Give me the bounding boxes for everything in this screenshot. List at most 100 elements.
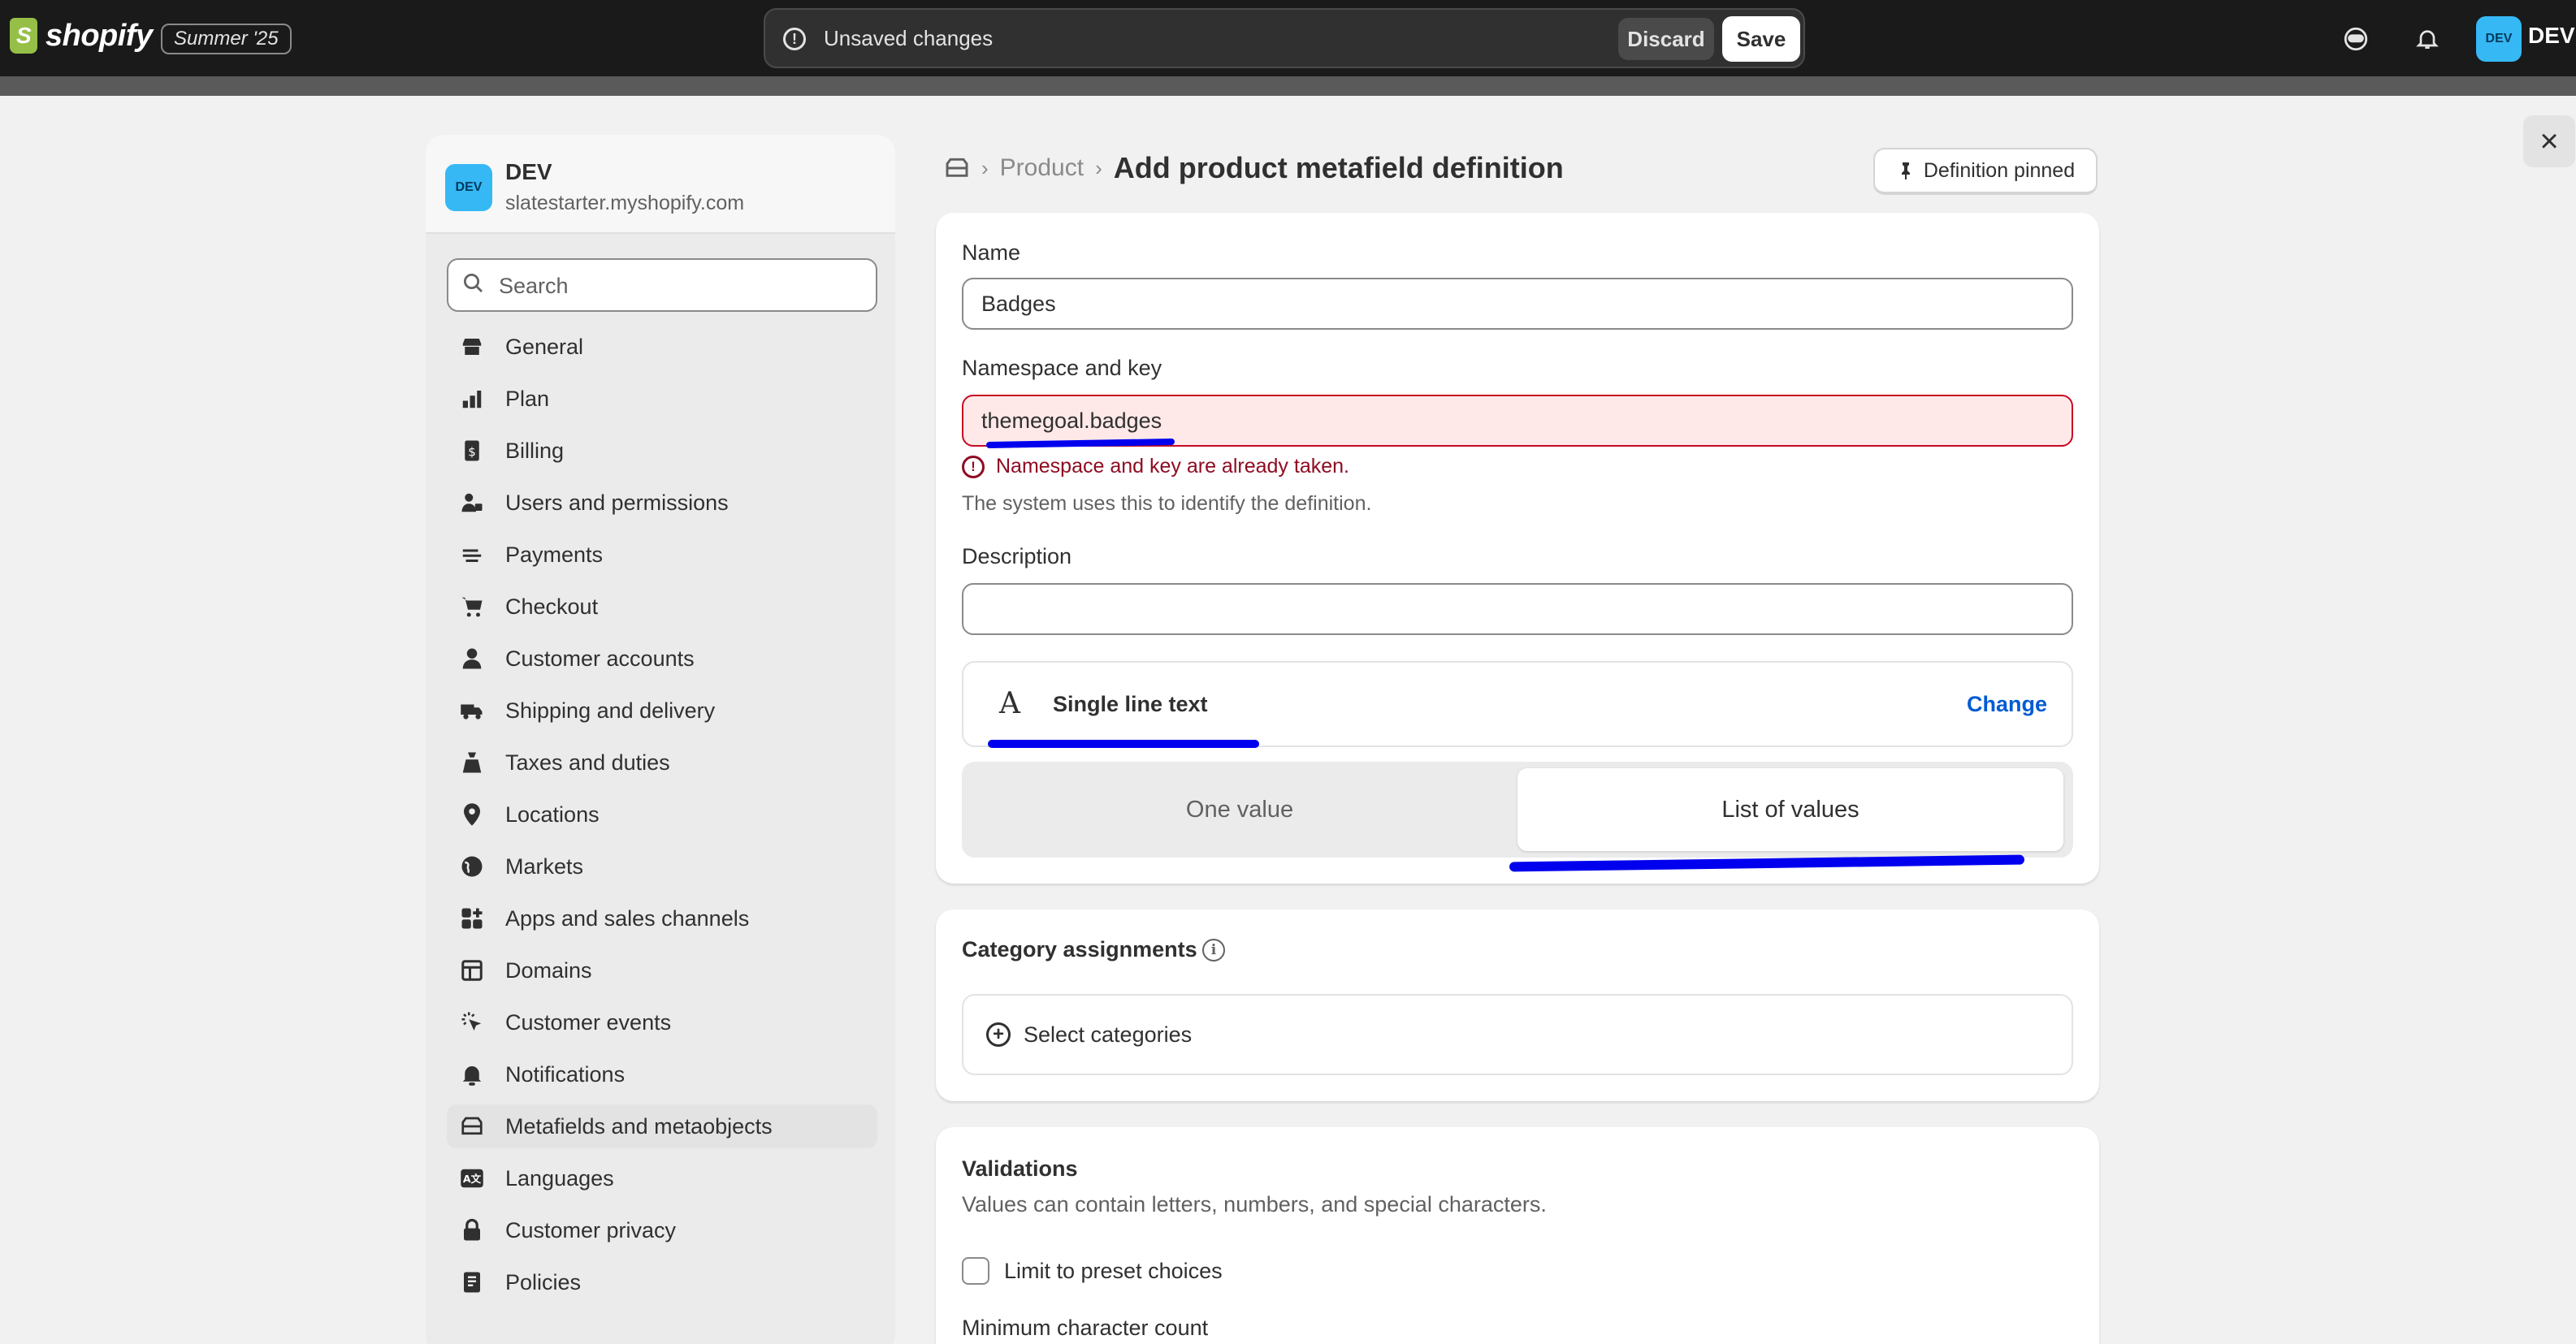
sidebar-item-users[interactable]: Users and permissions xyxy=(447,481,877,525)
select-categories-button[interactable]: + Select categories xyxy=(962,994,2073,1075)
pin-label: Definition pinned xyxy=(1923,158,2076,182)
save-button[interactable]: Save xyxy=(1722,16,1800,62)
sidebar-item-customer-events[interactable]: Customer events xyxy=(447,1000,877,1044)
sidebar-item-customer-accounts[interactable]: Customer accounts xyxy=(447,637,877,681)
sidebar-item-label: Notifications xyxy=(505,1061,626,1087)
sidebar-item-checkout[interactable]: Checkout xyxy=(447,585,877,629)
sidebar-item-label: Payments xyxy=(505,542,604,567)
name-label: Name xyxy=(962,240,1021,265)
sidebar-item-label: Customer accounts xyxy=(505,646,695,671)
page-title: Add product metafield definition xyxy=(1113,151,1564,184)
sidebar-item-markets[interactable]: Markets xyxy=(447,845,877,888)
svg-text:$: $ xyxy=(468,444,476,459)
list-of-values-option[interactable]: List of values xyxy=(1517,768,2063,851)
sidebar-item-label: Markets xyxy=(505,854,584,879)
sidebar-item-label: Shipping and delivery xyxy=(505,698,716,723)
plus-circle-icon: + xyxy=(986,1022,1011,1047)
language-icon: A文 xyxy=(458,1165,486,1192)
svg-text:A文: A文 xyxy=(463,1173,482,1185)
chevron-right-icon: › xyxy=(981,155,989,180)
preset-choices-label[interactable]: Limit to preset choices xyxy=(1004,1259,1223,1284)
namespace-help-text: The system uses this to identify the def… xyxy=(962,492,1372,515)
metafields-icon[interactable] xyxy=(944,155,970,181)
definition-card: Name Badges Namespace and key themegoal.… xyxy=(936,213,2099,884)
shopify-logo[interactable]: shopify xyxy=(10,18,153,54)
value-count-toggle: One value List of values xyxy=(962,762,2073,858)
preset-choices-checkbox[interactable] xyxy=(962,1257,989,1285)
unsaved-text: Unsaved changes xyxy=(824,26,994,50)
error-icon: ! xyxy=(962,455,985,478)
unsaved-changes-bar: ! Unsaved changes Discard Save xyxy=(764,8,1805,68)
category-assignments-card: Category assignments i + Select categori… xyxy=(936,910,2099,1101)
truck-icon xyxy=(458,697,486,724)
store-header[interactable]: DEV DEV slatestarter.myshopify.com xyxy=(426,135,895,234)
change-type-link[interactable]: Change xyxy=(1967,692,2047,717)
store-icon xyxy=(458,333,486,361)
description-label: Description xyxy=(962,544,1072,568)
assistant-icon[interactable] xyxy=(2340,23,2372,55)
breadcrumb-product-link[interactable]: Product xyxy=(1000,154,1084,182)
sidebar-item-label: Domains xyxy=(505,957,592,983)
sidebar-item-payments[interactable]: Payments xyxy=(447,533,877,577)
lock-icon xyxy=(458,1217,486,1244)
shopify-bag-icon xyxy=(10,18,37,54)
sidebar-item-label: Users and permissions xyxy=(505,490,729,515)
type-selector: A Single line text Change xyxy=(962,661,2073,747)
close-icon[interactable]: × xyxy=(2523,115,2575,167)
sidebar-item-label: Apps and sales channels xyxy=(505,905,750,931)
sidebar-item-domains[interactable]: Domains xyxy=(447,949,877,992)
search-icon xyxy=(464,274,483,292)
sidebar-item-label: Metafields and metaobjects xyxy=(505,1113,773,1139)
sidebar-item-label: Customer privacy xyxy=(505,1217,677,1242)
sidebar-item-taxes[interactable]: Taxes and duties xyxy=(447,741,877,784)
sidebar-item-general[interactable]: General xyxy=(447,325,877,369)
settings-search[interactable] xyxy=(447,258,877,312)
user-name[interactable]: DEV xyxy=(2528,23,2575,49)
annotation-underline-type xyxy=(988,740,1259,748)
cart-icon xyxy=(458,593,486,620)
settings-nav: General Plan $ Billing Users and permiss… xyxy=(447,325,877,1312)
validations-title: Validations xyxy=(962,1156,1078,1181)
search-input[interactable] xyxy=(499,268,864,304)
sidebar-item-label: Billing xyxy=(505,438,565,463)
sidebar-item-policies[interactable]: Policies xyxy=(447,1260,877,1304)
one-value-option[interactable]: One value xyxy=(962,768,1517,851)
description-field[interactable] xyxy=(962,583,2073,635)
sidebar-item-shipping[interactable]: Shipping and delivery xyxy=(447,689,877,733)
topbar-divider xyxy=(0,76,2576,96)
plan-icon xyxy=(458,385,486,413)
sidebar-item-apps[interactable]: Apps and sales channels xyxy=(447,897,877,940)
sidebar-item-label: General xyxy=(505,334,584,359)
sidebar-item-notifications[interactable]: Notifications xyxy=(447,1052,877,1096)
store-url: slatestarter.myshopify.com xyxy=(505,192,745,214)
tax-icon xyxy=(458,749,486,776)
user-avatar[interactable]: DEV xyxy=(2476,16,2522,62)
breadcrumb: › Product › Add product metafield defini… xyxy=(944,151,1564,185)
store-name: DEV xyxy=(505,159,552,184)
notifications-bell-icon[interactable] xyxy=(2411,23,2444,55)
sidebar-item-label: Policies xyxy=(505,1269,582,1294)
sidebar-item-plan[interactable]: Plan xyxy=(447,377,877,421)
min-character-count-label: Minimum character count xyxy=(962,1316,1209,1340)
validations-card: Validations Values can contain letters, … xyxy=(936,1127,2099,1344)
sidebar-item-label: Plan xyxy=(505,386,550,411)
namespace-label: Namespace and key xyxy=(962,356,1162,380)
bell-icon xyxy=(458,1061,486,1088)
billing-icon: $ xyxy=(458,437,486,465)
info-icon[interactable]: i xyxy=(1202,939,1225,962)
definition-pinned-button[interactable]: Definition pinned xyxy=(1873,148,2098,195)
cursor-icon xyxy=(458,1009,486,1036)
sidebar-item-metafields[interactable]: Metafields and metaobjects xyxy=(447,1104,877,1148)
category-assignments-title: Category assignments xyxy=(962,937,1197,962)
payments-icon xyxy=(458,541,486,568)
alert-icon: ! xyxy=(783,28,806,50)
sidebar-item-customer-privacy[interactable]: Customer privacy xyxy=(447,1208,877,1252)
discard-button[interactable]: Discard xyxy=(1618,18,1714,60)
sidebar-item-billing[interactable]: $ Billing xyxy=(447,429,877,473)
domains-icon xyxy=(458,957,486,984)
globe-icon xyxy=(458,853,486,880)
sidebar-item-languages[interactable]: A文 Languages xyxy=(447,1156,877,1200)
sidebar-item-locations[interactable]: Locations xyxy=(447,793,877,836)
name-field[interactable]: Badges xyxy=(962,278,2073,330)
edition-badge[interactable]: Summer '25 xyxy=(161,24,292,54)
